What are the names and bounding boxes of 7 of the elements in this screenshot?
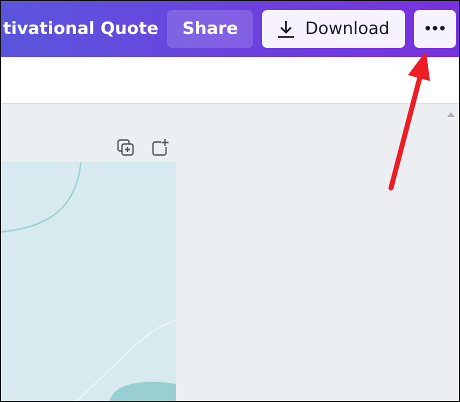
share-button[interactable]: Share bbox=[167, 10, 254, 48]
more-button[interactable]: ••• bbox=[414, 10, 456, 48]
add-page-icon[interactable] bbox=[152, 139, 169, 156]
duplicate-page-icon[interactable] bbox=[117, 139, 134, 156]
download-button[interactable]: Download bbox=[262, 10, 405, 48]
download-icon bbox=[277, 20, 296, 38]
design-title[interactable]: tivational Quote bbox=[3, 19, 158, 39]
